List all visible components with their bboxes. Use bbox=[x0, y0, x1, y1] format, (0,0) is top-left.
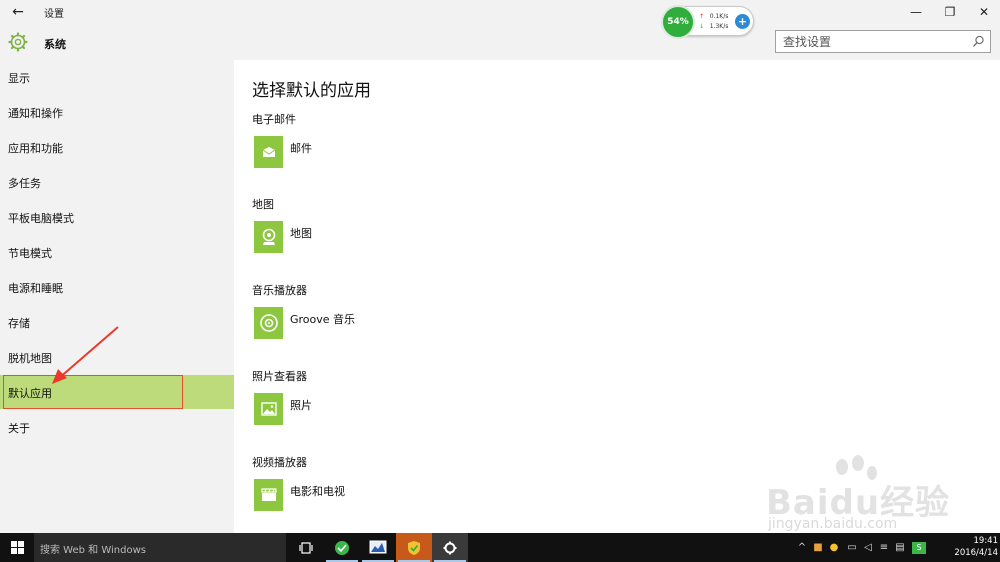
clock-date: 2016/4/14 bbox=[954, 548, 998, 558]
section-video-title: 视频播放器 bbox=[252, 456, 307, 469]
default-music-app-button[interactable]: Groove 音乐 bbox=[252, 307, 452, 341]
task-view-icon bbox=[299, 541, 313, 554]
watermark-url: jingyan.baidu.com bbox=[768, 516, 898, 532]
input-method-icon[interactable]: S bbox=[912, 542, 926, 554]
taskbar-app-monitor[interactable] bbox=[360, 533, 396, 562]
system-tray: ^ ■ ● ▭ ◁ ≡ ▤ S bbox=[790, 533, 950, 562]
search-box[interactable] bbox=[775, 30, 991, 53]
upload-speed: 0.1K/s bbox=[709, 13, 729, 20]
sidebar-item-label: 电源和睡眠 bbox=[8, 282, 63, 295]
app-label: 邮件 bbox=[290, 142, 312, 155]
memory-percent-badge[interactable]: 54% bbox=[661, 5, 695, 39]
sidebar-item-label: 应用和功能 bbox=[8, 142, 63, 155]
sidebar-item-battery-saver[interactable]: 节电模式 bbox=[0, 235, 234, 269]
search-icon[interactable] bbox=[972, 35, 985, 48]
minimize-button[interactable]: — bbox=[898, 0, 934, 24]
monitor-chart-icon bbox=[369, 540, 387, 553]
tray-app-icon[interactable]: ■ bbox=[812, 542, 824, 554]
annotation-arrow-icon bbox=[52, 326, 119, 384]
sidebar-item-power-sleep[interactable]: 电源和睡眠 bbox=[0, 270, 234, 304]
section-maps-title: 地图 bbox=[252, 198, 274, 211]
clock-time: 19:41 bbox=[973, 536, 999, 546]
speed-readout: ↑ 0.1K/s ↓ 1.3K/s bbox=[699, 12, 728, 32]
download-speed: 1.3K/s bbox=[709, 23, 729, 30]
taskbar-app-settings[interactable] bbox=[432, 533, 468, 562]
app-label: 电影和电视 bbox=[290, 485, 345, 498]
network-speed-widget[interactable]: 54% ↑ 0.1K/s ↓ 1.3K/s + bbox=[661, 5, 754, 39]
start-button[interactable] bbox=[0, 533, 34, 562]
sidebar-item-display[interactable]: 显示 bbox=[0, 60, 234, 94]
sidebar-item-label: 默认应用 bbox=[8, 387, 52, 400]
windows-logo-icon bbox=[10, 541, 24, 554]
app-label: 地图 bbox=[290, 227, 312, 240]
mail-icon bbox=[262, 147, 275, 157]
mail-app-tile bbox=[254, 136, 283, 168]
title-bar: ← 设置 — ❐ ✕ bbox=[0, 0, 1000, 24]
settings-header: 系统 bbox=[0, 24, 1000, 60]
sidebar-item-label: 节电模式 bbox=[8, 247, 52, 260]
groove-app-tile bbox=[254, 307, 283, 339]
app-label: 照片 bbox=[290, 399, 312, 412]
accelerate-button[interactable]: + bbox=[735, 14, 750, 29]
sidebar-item-label: 平板电脑模式 bbox=[8, 212, 74, 225]
taskbar-search-box[interactable]: 搜索 Web 和 Windows bbox=[34, 533, 286, 562]
sidebar-item-label: 关于 bbox=[8, 422, 30, 435]
sidebar-item-about[interactable]: 关于 bbox=[0, 410, 234, 444]
default-email-app-button[interactable]: 邮件 bbox=[252, 136, 452, 170]
volume-icon[interactable]: ◁ bbox=[862, 542, 874, 554]
gear-icon bbox=[8, 32, 28, 52]
app-label: Groove 音乐 bbox=[290, 313, 356, 326]
upload-arrow-icon: ↑ bbox=[699, 13, 705, 20]
default-photos-app-button[interactable]: 照片 bbox=[252, 393, 452, 427]
window-title: 设置 bbox=[44, 9, 64, 20]
taskbar-app-browser[interactable] bbox=[324, 533, 360, 562]
baidu-watermark: Baidu经验 jingyan.baidu.com bbox=[760, 455, 960, 535]
page-title: 选择默认的应用 bbox=[252, 81, 371, 101]
section-photos-title: 照片查看器 bbox=[252, 370, 307, 383]
sidebar-item-label: 脱机地图 bbox=[8, 352, 52, 365]
tray-360-icon[interactable]: ● bbox=[828, 542, 840, 554]
sidebar-item-apps-features[interactable]: 应用和功能 bbox=[0, 130, 234, 164]
film-icon bbox=[260, 488, 277, 501]
default-video-app-button[interactable]: 电影和电视 bbox=[252, 479, 452, 513]
sidebar: 显示 通知和操作 应用和功能 多任务 平板电脑模式 节电模式 电源和睡眠 存储 … bbox=[0, 60, 234, 533]
search-input[interactable] bbox=[776, 31, 966, 53]
back-button[interactable]: ← bbox=[8, 2, 28, 22]
browser-globe-icon bbox=[335, 540, 349, 555]
chevron-up-icon[interactable]: ^ bbox=[796, 542, 808, 554]
gear-icon bbox=[443, 541, 457, 554]
section-music-title: 音乐播放器 bbox=[252, 284, 307, 297]
maps-app-tile bbox=[254, 221, 283, 253]
photo-icon bbox=[260, 402, 277, 416]
map-icon bbox=[262, 228, 275, 245]
close-button[interactable]: ✕ bbox=[966, 0, 1000, 24]
download-arrow-icon: ↓ bbox=[699, 23, 705, 30]
action-center-icon[interactable]: ▤ bbox=[894, 542, 906, 554]
section-email-title: 电子邮件 bbox=[252, 113, 296, 126]
maximize-button[interactable]: ❐ bbox=[932, 0, 968, 24]
taskbar-search-placeholder: 搜索 Web 和 Windows bbox=[40, 545, 146, 556]
photos-app-tile bbox=[254, 393, 283, 425]
section-title-system: 系统 bbox=[44, 38, 66, 51]
music-disc-icon bbox=[259, 314, 278, 332]
taskbar: 搜索 Web 和 Windows ^ ■ ● ▭ ◁ ≡ ▤ S 19:41 2… bbox=[0, 533, 1000, 562]
battery-icon[interactable]: ▭ bbox=[846, 542, 858, 554]
sidebar-item-tablet-mode[interactable]: 平板电脑模式 bbox=[0, 200, 234, 234]
shield-icon bbox=[408, 540, 420, 555]
taskbar-clock[interactable]: 19:41 2016/4/14 bbox=[940, 535, 998, 559]
sidebar-item-label: 显示 bbox=[8, 72, 30, 85]
task-view-button[interactable] bbox=[288, 533, 324, 562]
movies-app-tile bbox=[254, 479, 283, 511]
sidebar-item-label: 通知和操作 bbox=[8, 107, 63, 120]
sidebar-item-notifications[interactable]: 通知和操作 bbox=[0, 95, 234, 129]
sidebar-item-multitasking[interactable]: 多任务 bbox=[0, 165, 234, 199]
sidebar-item-label: 存储 bbox=[8, 317, 30, 330]
taskbar-app-security[interactable] bbox=[396, 533, 432, 562]
default-maps-app-button[interactable]: 地图 bbox=[252, 221, 452, 255]
network-icon[interactable]: ≡ bbox=[878, 542, 890, 554]
sidebar-item-label: 多任务 bbox=[8, 177, 41, 190]
